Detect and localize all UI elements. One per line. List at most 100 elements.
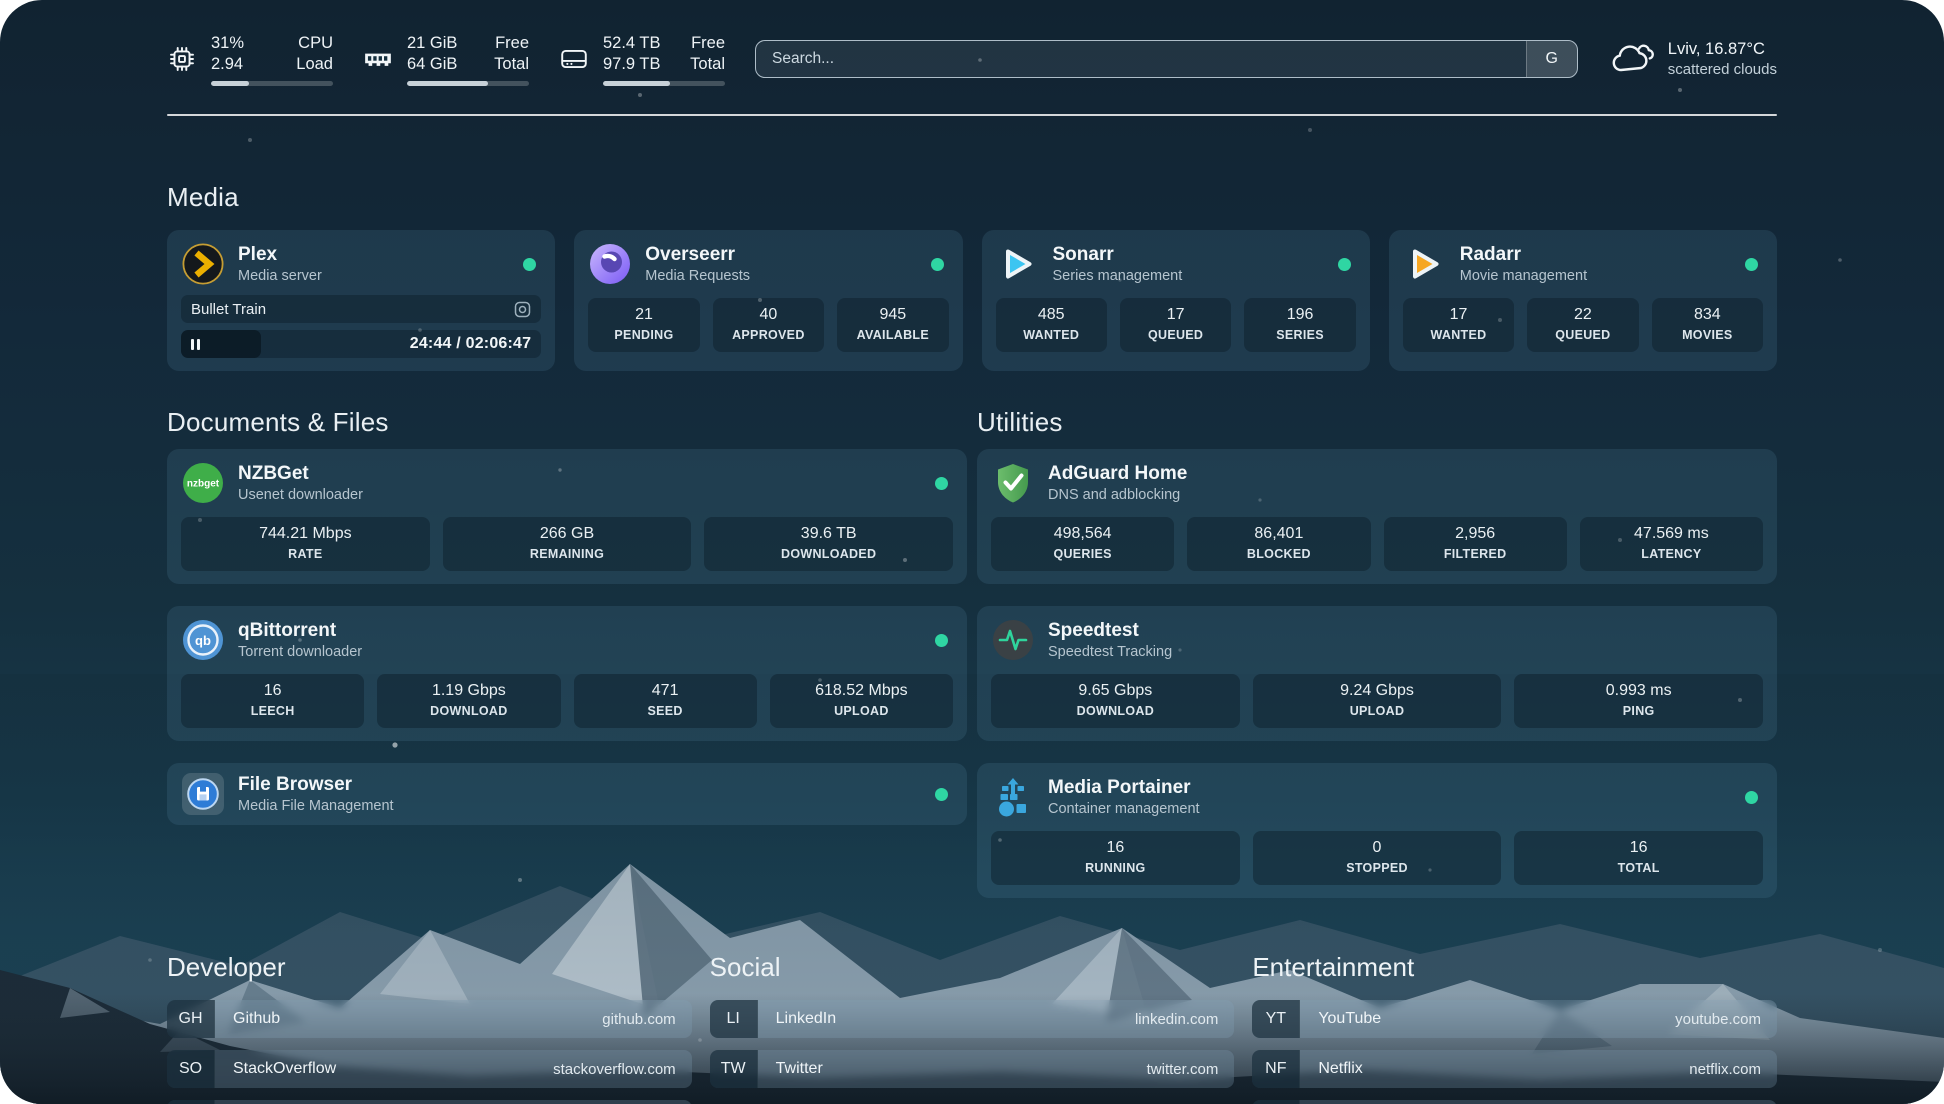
stat-value: 266 GB bbox=[447, 524, 688, 544]
metric-disk-progressbar bbox=[603, 81, 725, 86]
status-dot-online bbox=[1338, 258, 1351, 271]
stat-stopped: 0STOPPED bbox=[1253, 831, 1502, 885]
bookmark-name: Netflix bbox=[1300, 1050, 1362, 1088]
system-metrics: 31%CPU2.94Load21 GiBFree64 GiBTotal52.4 … bbox=[167, 33, 725, 86]
stat-row: 16LEECH1.19 GbpsDOWNLOAD471SEED618.52 Mb… bbox=[181, 674, 953, 728]
service-subtitle: Media Requests bbox=[645, 267, 750, 286]
service-card-header: File BrowserMedia File Management bbox=[181, 772, 953, 816]
stat-row: 16RUNNING0STOPPED16TOTAL bbox=[991, 831, 1763, 885]
bookmark-link-reddit[interactable]: RERedditreddit.com bbox=[1252, 1100, 1777, 1104]
service-card-filebrowser[interactable]: File BrowserMedia File Management bbox=[167, 763, 967, 825]
service-card-header: PlexMedia server bbox=[181, 242, 541, 286]
search-input[interactable] bbox=[756, 41, 1526, 77]
bookmark-link-youtube[interactable]: YTYouTubeyoutube.com bbox=[1252, 1000, 1777, 1038]
stat-value: 17 bbox=[1407, 305, 1510, 325]
bookmark-name: StackOverflow bbox=[215, 1050, 336, 1088]
speedtest-icon bbox=[991, 618, 1035, 662]
bookmark-group-entertainment: Entertainment YTYouTubeyoutube.com NFNetfl… bbox=[1252, 952, 1777, 1104]
stat-value: 0.993 ms bbox=[1518, 681, 1759, 701]
stat-label: MOVIES bbox=[1656, 327, 1759, 343]
service-card-sonarr[interactable]: SonarrSeries management485WANTED17QUEUED… bbox=[982, 230, 1370, 371]
search-bar: G bbox=[755, 40, 1578, 78]
nzbget-icon: nzbget bbox=[181, 461, 225, 505]
plex-icon bbox=[181, 242, 225, 286]
top-bar: 31%CPU2.94Load21 GiBFree64 GiBTotal52.4 … bbox=[167, 30, 1777, 88]
stat-row: 17WANTED22QUEUED834MOVIES bbox=[1403, 298, 1763, 352]
metric-memory-progress-fill bbox=[407, 81, 488, 86]
service-subtitle: Usenet downloader bbox=[238, 486, 363, 505]
bookmark-url: dev.to bbox=[636, 1100, 692, 1104]
stat-label: WANTED bbox=[1000, 327, 1103, 343]
metric-value: 2.94 bbox=[211, 54, 243, 75]
cpu-chip-icon bbox=[167, 45, 197, 73]
stat-value: 16 bbox=[1518, 838, 1759, 858]
stat-value: 86,401 bbox=[1191, 524, 1366, 544]
now-playing-title: Bullet Train bbox=[191, 301, 266, 318]
metric-value: 52.4 TB bbox=[603, 33, 660, 54]
stat-label: PING bbox=[1518, 703, 1759, 719]
section-title-documents: Documents & Files bbox=[167, 407, 967, 437]
svg-text:nzbget: nzbget bbox=[187, 479, 220, 490]
metric-cpu: 31%CPU2.94Load bbox=[167, 33, 333, 86]
stat-value: 485 bbox=[1000, 305, 1103, 325]
service-subtitle: DNS and adblocking bbox=[1048, 486, 1187, 505]
playback-time: 24:44 / 02:06:47 bbox=[410, 335, 532, 353]
service-card-qbittorrent[interactable]: qbqBittorrentTorrent downloader16LEECH1.… bbox=[167, 606, 967, 741]
stat-series: 196SERIES bbox=[1244, 298, 1355, 352]
bookmark-link-dev[interactable]: DTDEVdev.to bbox=[167, 1100, 692, 1104]
stat-label: UPLOAD bbox=[1257, 703, 1498, 719]
stat-upload: 9.24 GbpsUPLOAD bbox=[1253, 674, 1502, 728]
service-card-speedtest[interactable]: SpeedtestSpeedtest Tracking9.65 GbpsDOWN… bbox=[977, 606, 1777, 741]
bookmark-group-title: Entertainment bbox=[1252, 952, 1777, 982]
stat-value: 47.569 ms bbox=[1584, 524, 1759, 544]
stat-label: BLOCKED bbox=[1191, 546, 1366, 562]
service-card-plex[interactable]: PlexMedia server Bullet Train 24:44 / 02:0… bbox=[167, 230, 555, 371]
bookmark-link-netflix[interactable]: NFNetflixnetflix.com bbox=[1252, 1050, 1777, 1088]
metric-cpu-progress-fill bbox=[211, 81, 249, 86]
stat-movies: 834MOVIES bbox=[1652, 298, 1763, 352]
stat-value: 39.6 TB bbox=[708, 524, 949, 544]
stat-leech: 16LEECH bbox=[181, 674, 364, 728]
bookmark-link-stackoverflow[interactable]: SOStackOverflowstackoverflow.com bbox=[167, 1050, 692, 1088]
service-card-overseerr[interactable]: OverseerrMedia Requests21PENDING40APPROV… bbox=[574, 230, 962, 371]
metric-disk-readout: 52.4 TBFree97.9 TBTotal bbox=[603, 33, 725, 86]
bookmark-link-twitter[interactable]: TWTwittertwitter.com bbox=[710, 1050, 1235, 1088]
stat-approved: 40APPROVED bbox=[713, 298, 824, 352]
scattered-clouds-icon bbox=[1608, 39, 1654, 79]
metric-disk: 52.4 TBFree97.9 TBTotal bbox=[559, 33, 725, 86]
stat-label: QUEUED bbox=[1124, 327, 1227, 343]
service-card-radarr[interactable]: RadarrMovie management17WANTED22QUEUED83… bbox=[1389, 230, 1777, 371]
stat-label: STOPPED bbox=[1257, 860, 1498, 876]
service-title: Sonarr bbox=[1053, 243, 1183, 266]
metric-label: Total bbox=[690, 54, 725, 75]
service-card-nzbget[interactable]: nzbgetNZBGetUsenet downloader744.21 Mbps… bbox=[167, 449, 967, 584]
stat-label: TOTAL bbox=[1518, 860, 1759, 876]
bookmark-name: Twitter bbox=[758, 1050, 823, 1088]
metric-disk-progress-fill bbox=[603, 81, 670, 86]
stat-value: 9.65 Gbps bbox=[995, 681, 1236, 701]
pause-button[interactable] bbox=[191, 339, 200, 350]
service-title: Plex bbox=[238, 243, 322, 266]
metric-cpu-readout: 31%CPU2.94Load bbox=[211, 33, 333, 86]
playback-progress-fill bbox=[181, 330, 261, 358]
bookmark-abbr: DT bbox=[167, 1100, 215, 1104]
stat-wanted: 485 WANTED bbox=[996, 298, 1107, 352]
search-engine-button[interactable]: G bbox=[1526, 41, 1577, 77]
bookmark-abbr: TW bbox=[710, 1050, 758, 1088]
filebrowser-icon bbox=[181, 772, 225, 816]
video-icon[interactable] bbox=[514, 301, 531, 318]
service-card-adguard[interactable]: AdGuard HomeDNS and adblocking498,564QUE… bbox=[977, 449, 1777, 584]
bookmark-link-linkedin[interactable]: LILinkedInlinkedin.com bbox=[710, 1000, 1235, 1038]
service-title: Speedtest bbox=[1048, 619, 1172, 642]
bookmark-link-github[interactable]: GHGithubgithub.com bbox=[167, 1000, 692, 1038]
metric-value: 64 GiB bbox=[407, 54, 457, 75]
metric-label: Total bbox=[494, 54, 529, 75]
weather-condition: scattered clouds bbox=[1668, 60, 1777, 79]
bookmark-abbr: NF bbox=[1252, 1050, 1300, 1088]
service-card-portainer[interactable]: Media PortainerContainer management16RUN… bbox=[977, 763, 1777, 898]
stat-row: 9.65 GbpsDOWNLOAD9.24 GbpsUPLOAD0.993 ms… bbox=[991, 674, 1763, 728]
service-subtitle: Speedtest Tracking bbox=[1048, 643, 1172, 662]
stat-queued: 22QUEUED bbox=[1527, 298, 1638, 352]
portainer-icon bbox=[991, 775, 1035, 819]
overseerr-icon bbox=[588, 242, 632, 286]
